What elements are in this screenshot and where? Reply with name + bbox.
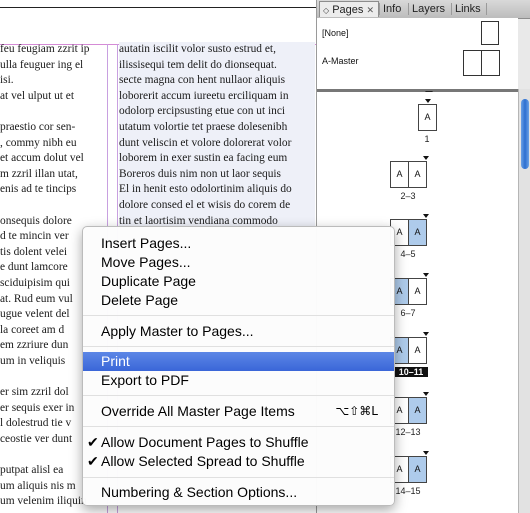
keyboard-shortcut: ⌥⇧⌘L: [335, 404, 378, 418]
text-line: secte magna con hent nullaor aliquis: [119, 74, 286, 87]
menu-item-label: Apply Master to Pages...: [101, 323, 254, 339]
panel-tab-bar: ◇ Pages ✕ Info Layers Links: [317, 0, 530, 19]
spread-label: 4–5: [400, 249, 416, 259]
menu-item-label: Print: [101, 353, 130, 369]
spread-label: 2–3: [400, 191, 416, 201]
menu-item-label: Allow Selected Spread to Shuffle: [101, 453, 305, 469]
menu-separator: [83, 477, 394, 478]
text-line: El in henit esto odolortinim aliquis do: [119, 183, 292, 196]
panel-menu-icon[interactable]: ◇: [323, 6, 329, 15]
text-line: enis ad te tincips: [0, 183, 77, 196]
spread-marker-icon: [423, 392, 429, 396]
menu-item-label: Duplicate Page: [101, 273, 196, 289]
tab-links[interactable]: Links: [452, 1, 486, 17]
spread-marker-icon: [423, 332, 429, 336]
text-line: feu feugiam zzrit ip: [0, 43, 90, 55]
spread-label: 6–7: [400, 308, 416, 318]
text-line: loborem in exer sustin ea facing eum: [119, 152, 288, 165]
menu-item-label: Insert Pages...: [101, 235, 192, 251]
context-menu: Insert Pages... Move Pages... Duplicate …: [82, 226, 395, 506]
tab-pages[interactable]: ◇ Pages ✕: [319, 1, 379, 17]
menu-item-label: Override All Master Page Items: [101, 403, 295, 419]
spread-marker-icon: [423, 451, 429, 455]
pages-scrollbar[interactable]: [518, 89, 530, 513]
tab-info-label: Info: [383, 3, 402, 15]
scrollbar-thumb[interactable]: [521, 99, 529, 169]
spread-marker-icon: [425, 99, 431, 103]
page-thumbnail[interactable]: A: [408, 161, 427, 188]
page-thumbnail[interactable]: A: [408, 219, 427, 246]
text-line: autatin iscilit volor susto estrud et,: [119, 43, 276, 55]
text-line: dunt veliscin et volore dolorerat volor: [119, 136, 292, 149]
menu-item-allow-spread-shuffle[interactable]: ✔ Allow Selected Spread to Shuffle: [83, 452, 394, 471]
master-a-left-thumbnail[interactable]: [463, 50, 482, 76]
spread-label: 1: [424, 134, 430, 144]
tab-layers-label: Layers: [412, 3, 446, 15]
text-line: loborerit accum iureetu erciliquam in: [119, 89, 289, 102]
text-line: [0, 198, 106, 214]
menu-item-label: Delete Page: [101, 292, 179, 308]
close-icon[interactable]: ✕: [366, 5, 374, 15]
text-line: [0, 104, 106, 120]
text-line: ulla feuguer ing el: [0, 58, 84, 71]
menu-item-print[interactable]: Print: [83, 352, 394, 371]
menu-item-label: Allow Document Pages to Shuffle: [101, 434, 309, 450]
menu-item-label: Numbering & Section Options...: [101, 484, 298, 500]
master-none-label[interactable]: [None]: [322, 28, 349, 38]
menu-item-insert-pages[interactable]: Insert Pages...: [83, 234, 394, 253]
text-line: m zzril illan utat,: [0, 167, 78, 180]
text-line: dolore consed el et wisis do corem de: [119, 198, 291, 211]
text-line: Boreros duis nim non ut laor sequis: [119, 167, 281, 180]
page-thumbnail[interactable]: A: [408, 278, 427, 305]
checkmark-icon: ✔: [87, 453, 99, 469]
menu-separator: [83, 426, 394, 427]
spread-label: 12–13: [395, 427, 421, 437]
text-line: ilissisequi tem delit do dionsequat.: [119, 58, 277, 71]
text-line: isi.: [0, 74, 14, 87]
page-thumbnail[interactable]: A: [408, 337, 427, 364]
master-none-thumbnail[interactable]: [481, 21, 499, 45]
menu-item-label: Move Pages...: [101, 254, 191, 270]
tab-layers[interactable]: Layers: [409, 1, 451, 17]
text-line: et accum dolut vel: [0, 152, 84, 165]
spread-label: 10–11: [394, 367, 428, 377]
menu-separator: [83, 395, 394, 396]
masters-section: [None] A-Master: [317, 18, 518, 89]
text-frame-right[interactable]: autatin iscilit volor susto estrud et, il…: [119, 42, 315, 230]
text-line: , commy nibh eu: [0, 136, 77, 149]
page-thumbnail[interactable]: A: [418, 104, 437, 131]
menu-separator: [83, 346, 394, 347]
page-thumbnail[interactable]: A: [408, 397, 427, 424]
text-line: at vel ulput ut et: [0, 89, 75, 102]
page-thumbnail[interactable]: A: [390, 161, 409, 188]
tab-links-label: Links: [455, 3, 481, 15]
checkmark-icon: ✔: [87, 434, 99, 450]
menu-item-delete-page[interactable]: Delete Page: [83, 291, 394, 310]
menu-item-numbering-section[interactable]: Numbering & Section Options...: [83, 483, 394, 502]
menu-item-apply-master[interactable]: Apply Master to Pages...: [83, 322, 394, 341]
menu-item-label: Export to PDF: [101, 372, 189, 388]
menu-item-duplicate-page[interactable]: Duplicate Page: [83, 272, 394, 291]
spread-marker-icon: [423, 214, 429, 218]
text-line: praestio cor sen-: [0, 120, 76, 133]
tab-separator: [486, 3, 487, 15]
text-line: utatum volortie tet praese dolesenibh: [119, 120, 288, 133]
tab-info[interactable]: Info: [380, 1, 408, 17]
spread-marker-icon: [423, 273, 429, 277]
page-thumbnail[interactable]: A: [408, 456, 427, 483]
menu-item-allow-document-shuffle[interactable]: ✔ Allow Document Pages to Shuffle: [83, 433, 394, 452]
master-a-label[interactable]: A-Master: [322, 56, 359, 66]
menu-item-move-pages[interactable]: Move Pages...: [83, 253, 394, 272]
menu-item-export-pdf[interactable]: Export to PDF: [83, 371, 394, 390]
tab-pages-label: Pages: [332, 4, 364, 16]
page-edge: [0, 7, 316, 8]
master-a-right-thumbnail[interactable]: [481, 50, 500, 76]
text-line: odolorp ercipsusting etue con ut inci: [119, 105, 286, 118]
spread-label: 14–15: [395, 486, 421, 496]
menu-separator: [83, 315, 394, 316]
spread-marker-icon: [423, 156, 429, 160]
menu-item-override-master-items[interactable]: Override All Master Page Items ⌥⇧⌘L: [83, 402, 394, 421]
